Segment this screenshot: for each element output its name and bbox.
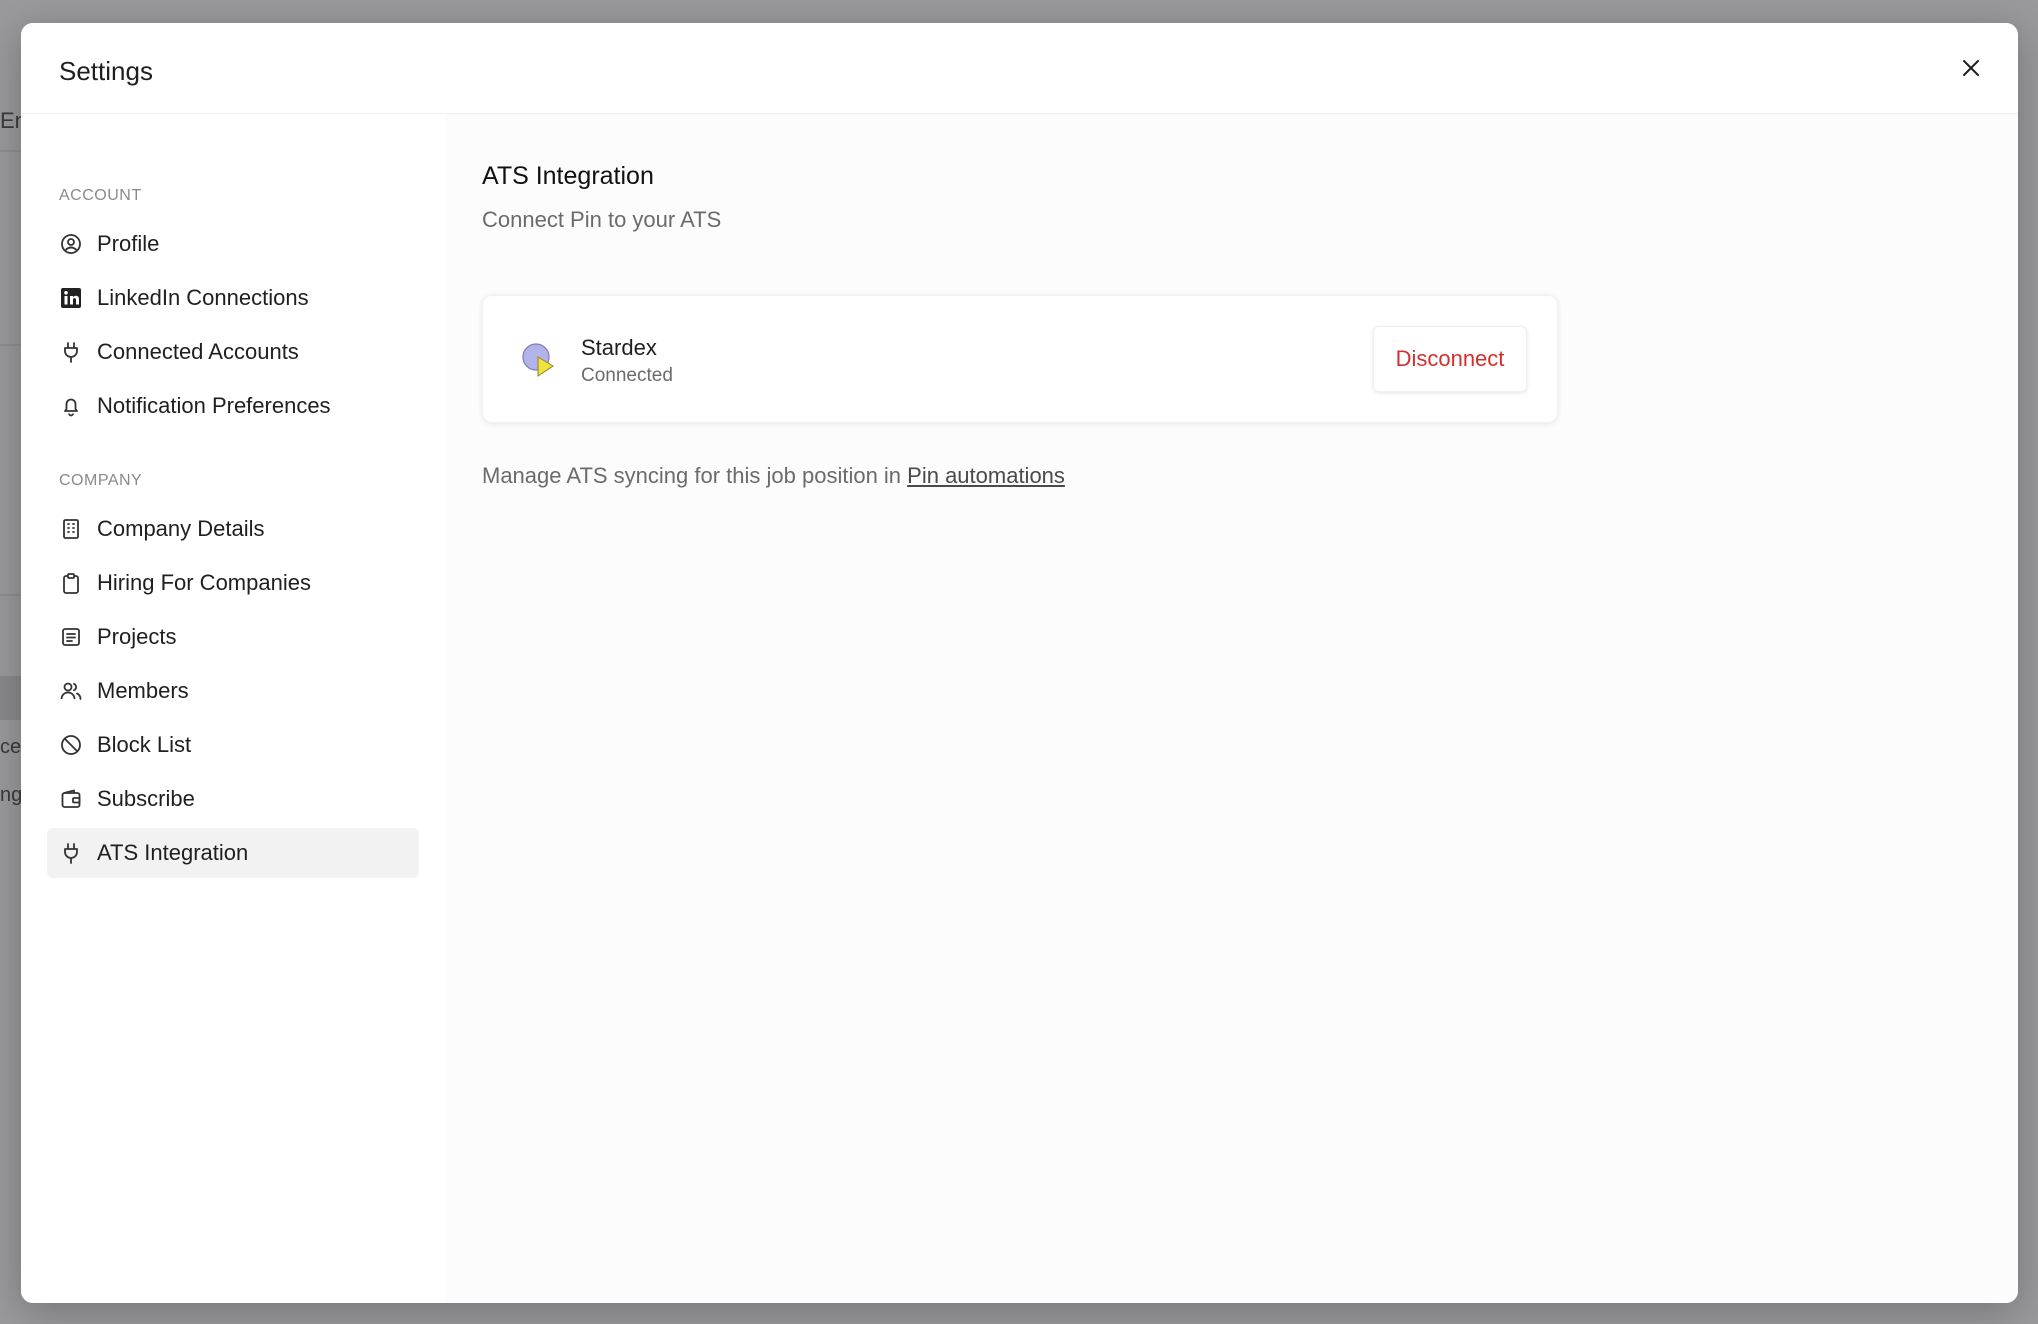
sidebar-item-label: Block List [97,732,192,757]
sidebar-item-label: Profile [97,231,160,256]
section-label-account: ACCOUNT [59,187,142,204]
sidebar-item-block-list[interactable]: Block List [47,720,419,770]
stardex-logo-icon [522,343,554,377]
sidebar-item-subscribe[interactable]: Subscribe [47,774,419,824]
manage-ats-text: Manage ATS syncing for this job position… [482,463,1065,489]
sidebar-item-label: Connected Accounts [97,339,299,364]
disconnect-button[interactable]: Disconnect [1373,326,1527,392]
building-icon [59,517,83,541]
background-text-fragment: ce [0,736,22,758]
sidebar-item-connected-accounts[interactable]: Connected Accounts [47,327,419,377]
background-divider [0,344,21,346]
sidebar-item-projects[interactable]: Projects [47,612,419,662]
sidebar-item-ats-integration[interactable]: ATS Integration [47,828,419,878]
sidebar-item-company-details[interactable]: Company Details [47,504,419,554]
page-title: ATS Integration [482,162,654,190]
sidebar-item-profile[interactable]: Profile [47,219,419,269]
background-highlight [0,676,21,720]
sidebar-item-label: Projects [97,624,177,649]
document-icon [59,625,83,649]
users-icon [59,679,83,703]
modal-title: Settings [59,56,153,86]
clipboard-icon [59,571,83,595]
background-divider [0,594,21,596]
sidebar-item-label: Notification Preferences [97,393,331,418]
settings-content: ATS Integration Connect Pin to your ATS … [445,114,2018,1303]
integration-status: Connected [581,365,673,386]
plug-icon [59,841,83,865]
sidebar-item-notification-preferences[interactable]: Notification Preferences [47,381,419,431]
integration-name: Stardex [581,335,657,360]
plug-icon [59,340,83,364]
pin-automations-link[interactable]: Pin automations [907,463,1065,488]
sidebar-item-label: Subscribe [97,786,195,811]
bell-icon [59,394,83,418]
sidebar-item-members[interactable]: Members [47,666,419,716]
close-button[interactable] [1956,53,1986,83]
modal-header: Settings [21,23,2018,114]
sidebar-item-label: LinkedIn Connections [97,285,309,310]
settings-sidebar: ACCOUNT Profile LinkedIn Connections Con… [21,114,445,1303]
settings-modal: Settings ACCOUNT Profile LinkedIn Connec… [21,23,2018,1303]
sidebar-item-label: Company Details [97,516,265,541]
ban-icon [59,733,83,757]
background-divider [0,150,21,152]
close-icon [1963,60,1979,76]
linkedin-icon [59,286,83,310]
user-circle-icon [59,232,83,256]
background-text-fragment: ng [0,784,23,806]
manage-ats-prefix: Manage ATS syncing for this job position… [482,463,908,488]
sidebar-item-label: Hiring For Companies [97,570,311,595]
sidebar-item-linkedin-connections[interactable]: LinkedIn Connections [47,273,419,323]
wallet-icon [59,787,83,811]
sidebar-item-label: Members [97,678,189,703]
section-label-company: COMPANY [59,472,143,489]
sidebar-item-label: ATS Integration [97,840,249,865]
page-subtitle: Connect Pin to your ATS [482,207,722,232]
sidebar-item-hiring-for-companies[interactable]: Hiring For Companies [47,558,419,608]
ats-integration-card: Stardex Connected Disconnect [482,295,1558,423]
